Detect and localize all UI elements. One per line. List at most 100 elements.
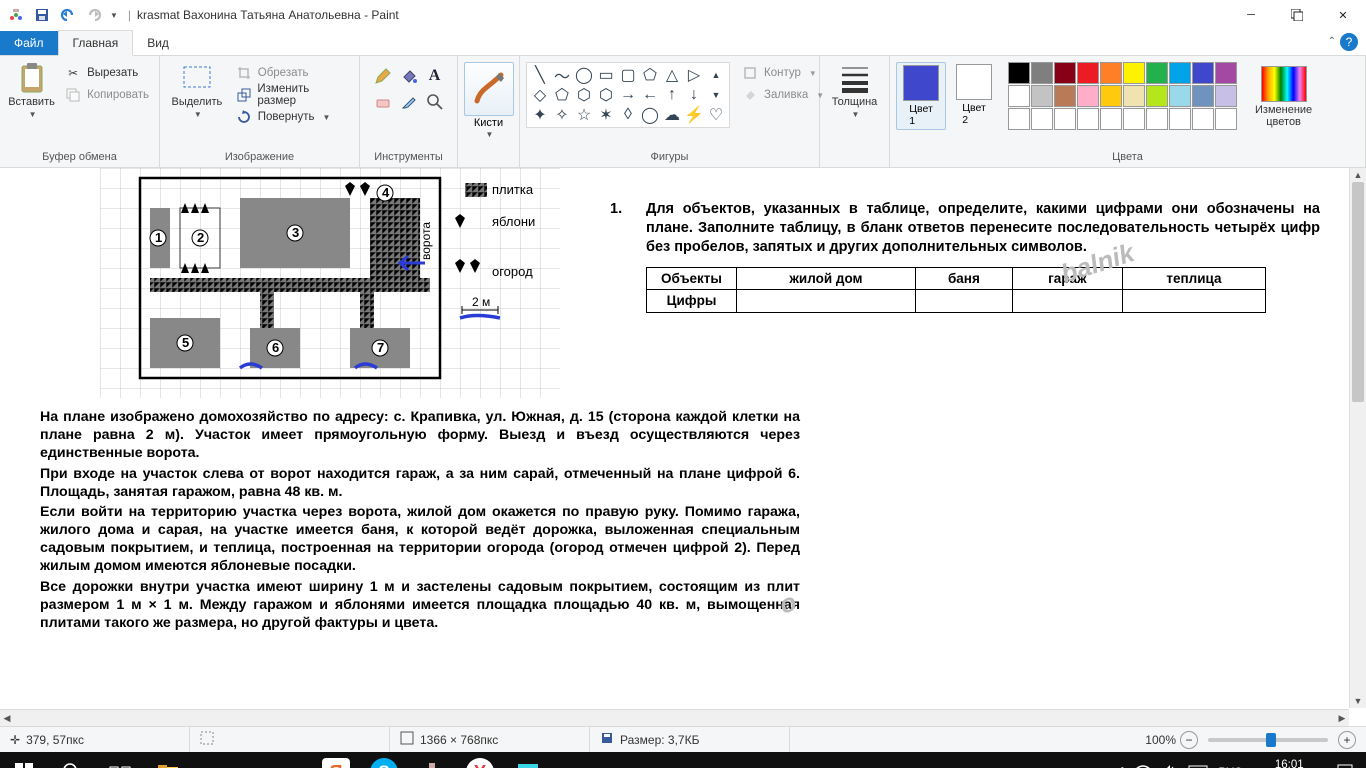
scroll-up-icon[interactable]: ▲ <box>1350 168 1366 182</box>
explorer-icon[interactable] <box>144 752 192 768</box>
swatch-empty[interactable] <box>1123 108 1145 130</box>
wifi-icon[interactable] <box>1134 764 1152 768</box>
swatch[interactable] <box>1123 85 1145 107</box>
group-image-label: Изображение <box>166 148 353 167</box>
swatch[interactable] <box>1215 85 1237 107</box>
swatch[interactable] <box>1100 62 1122 84</box>
monitor-icon[interactable] <box>504 752 552 768</box>
swatch[interactable] <box>1192 85 1214 107</box>
eraser-tool[interactable] <box>371 90 395 114</box>
swatch[interactable] <box>1031 62 1053 84</box>
swatch[interactable] <box>1215 62 1237 84</box>
swatch[interactable] <box>1100 85 1122 107</box>
search-icon[interactable] <box>48 752 96 768</box>
collapse-ribbon-icon[interactable]: ⌃ <box>1328 36 1336 47</box>
color-palette[interactable] <box>1008 62 1237 130</box>
swatch-empty[interactable] <box>1192 108 1214 130</box>
swatch-empty[interactable] <box>1054 108 1076 130</box>
shape-outline-button[interactable]: Контур▼ <box>738 62 828 84</box>
color2-well <box>956 64 992 100</box>
notifications-icon[interactable] <box>1336 763 1354 768</box>
titlebar: ▼ | krasmat Вахонина Татьяна Анатольевна… <box>0 0 1366 30</box>
problem-prose: На плане изображено домохозяйство по адр… <box>40 408 800 634</box>
zoom-tool[interactable] <box>423 90 447 114</box>
swatch[interactable] <box>1077 85 1099 107</box>
swatch-empty[interactable] <box>1146 108 1168 130</box>
swatch[interactable] <box>1077 62 1099 84</box>
tab-file[interactable]: Файл <box>0 31 58 55</box>
zoom-out-button[interactable]: − <box>1180 731 1198 749</box>
task-block: 1. Для объектов, указанных в таблице, оп… <box>610 200 1320 313</box>
sound-icon[interactable] <box>1162 764 1178 768</box>
status-bar: ✛379, 57пкс 1366 × 768пкс Размер: 3,7КБ … <box>0 726 1366 752</box>
picker-tool[interactable] <box>397 90 421 114</box>
zoom-slider[interactable] <box>1208 738 1328 742</box>
selection-icon <box>200 731 214 748</box>
keyboard-icon[interactable] <box>1188 764 1208 768</box>
undo-icon[interactable] <box>56 3 80 27</box>
swatch[interactable] <box>1123 62 1145 84</box>
skype-icon[interactable]: S <box>360 752 408 768</box>
scroll-thumb[interactable] <box>1352 182 1364 402</box>
swatch[interactable] <box>1146 62 1168 84</box>
brushes-button[interactable]: Кисти▼ <box>464 62 514 139</box>
browser-icon[interactable]: Y <box>456 752 504 768</box>
color1-well <box>903 65 939 101</box>
horizontal-scrollbar[interactable]: ◀ ▶ <box>0 709 1349 726</box>
dimensions-icon <box>400 731 414 748</box>
start-button[interactable] <box>0 752 48 768</box>
paste-button[interactable]: Вставить▼ <box>6 58 57 123</box>
paint-taskbar-icon[interactable] <box>408 752 456 768</box>
maximize-button[interactable] <box>1274 0 1320 30</box>
swatch[interactable] <box>1054 62 1076 84</box>
save-icon[interactable] <box>30 3 54 27</box>
scroll-down-icon[interactable]: ▼ <box>1350 694 1366 708</box>
copy-button[interactable]: Копировать <box>61 84 153 106</box>
rotate-button[interactable]: Повернуть▼ <box>232 106 353 128</box>
pencil-tool[interactable] <box>371 64 395 88</box>
canvas-area[interactable]: 1 2 3 4 5 6 7 плитка яблони ворота огоро… <box>0 168 1366 726</box>
swatch[interactable] <box>1169 62 1191 84</box>
shape-fill-button[interactable]: Заливка▼ <box>738 84 828 106</box>
swatch-empty[interactable] <box>1008 108 1030 130</box>
swatch[interactable] <box>1008 85 1030 107</box>
shape-gallery[interactable]: ╲〜◯▭▢⬠△▷▲ ◇⬠⬡⬡→←↑↓▼ ✦✧☆✶◊◯☁⚡♡ <box>526 62 730 128</box>
swatch-empty[interactable] <box>1100 108 1122 130</box>
size-button[interactable]: Толщина▼ <box>826 58 883 123</box>
color1-button[interactable]: Цвет 1 <box>896 62 946 130</box>
swatch-empty[interactable] <box>1169 108 1191 130</box>
taskview-icon[interactable] <box>96 752 144 768</box>
group-clipboard-label: Буфер обмена <box>6 148 153 167</box>
swatch[interactable] <box>1054 85 1076 107</box>
text-tool[interactable]: A <box>423 64 447 88</box>
edit-colors-button[interactable]: Изменение цветов <box>1249 62 1318 132</box>
vertical-scrollbar[interactable]: ▲ ▼ <box>1349 168 1366 708</box>
swatch[interactable] <box>1031 85 1053 107</box>
swatch[interactable] <box>1008 62 1030 84</box>
group-tools-label: Инструменты <box>366 148 451 167</box>
scroll-right-icon[interactable]: ▶ <box>1335 710 1349 726</box>
resize-button[interactable]: Изменить размер <box>232 84 353 106</box>
yandex-icon[interactable]: Я <box>312 752 360 768</box>
tab-home[interactable]: Главная <box>58 30 134 56</box>
cut-button[interactable]: ✂Вырезать <box>61 62 153 84</box>
tab-view[interactable]: Вид <box>133 31 183 55</box>
swatch-empty[interactable] <box>1031 108 1053 130</box>
crop-button[interactable]: Обрезать <box>232 62 353 84</box>
minimize-button[interactable]: ─ <box>1228 0 1274 30</box>
redo-icon[interactable] <box>82 3 106 27</box>
swatch[interactable] <box>1146 85 1168 107</box>
close-button[interactable]: ✕ <box>1320 0 1366 30</box>
swatch[interactable] <box>1192 62 1214 84</box>
help-icon[interactable]: ? <box>1340 33 1358 51</box>
swatch[interactable] <box>1169 85 1191 107</box>
scroll-left-icon[interactable]: ◀ <box>0 710 14 726</box>
zoom-in-button[interactable]: + <box>1338 731 1356 749</box>
swatch-empty[interactable] <box>1215 108 1237 130</box>
swatch-empty[interactable] <box>1077 108 1099 130</box>
clock[interactable]: 16:0103.04.2020 <box>1252 759 1326 768</box>
select-button[interactable]: Выделить▼ <box>166 58 228 123</box>
qat-dropdown-icon[interactable]: ▼ <box>110 11 118 20</box>
color2-button[interactable]: Цвет 2 <box>950 62 998 128</box>
fill-tool[interactable] <box>397 64 421 88</box>
